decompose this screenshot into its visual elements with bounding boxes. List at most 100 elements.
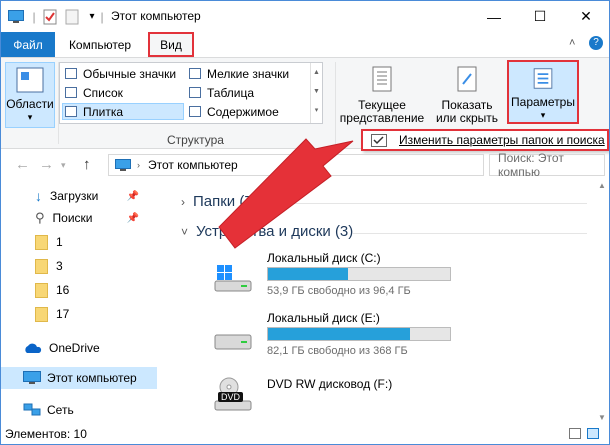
folder-icon [35, 234, 48, 250]
sidebar-item-label: OneDrive [49, 341, 100, 355]
layout-large-icons[interactable]: Обычные значки [62, 65, 184, 82]
sidebar-item-onedrive[interactable]: OneDrive [1, 337, 157, 359]
close-button[interactable]: ✕ [563, 1, 609, 32]
content-icon [189, 106, 201, 117]
layout-label: Таблица [207, 85, 255, 100]
tab-computer[interactable]: Компьютер [59, 32, 141, 57]
small-icons-icon [189, 68, 201, 79]
sidebar-item-folder-16[interactable]: 16 [1, 279, 157, 301]
search-input[interactable]: Поиск: Этот компью [489, 151, 605, 179]
item-count: Элементов: 10 [5, 427, 87, 441]
layout-small-icons[interactable]: Мелкие значки [186, 65, 306, 82]
search-icon: ⚲ [35, 210, 45, 225]
drive-tile-e[interactable]: Локальный диск (E:) 82,1 ГБ свободно из … [213, 311, 513, 361]
sidebar-item-this-pc[interactable]: Этот компьютер [1, 367, 157, 389]
status-bar: Элементов: 10 [1, 424, 609, 444]
layout-details[interactable]: Таблица [186, 84, 306, 101]
collapse-ribbon-icon[interactable]: ˄ [569, 37, 575, 49]
current-view-icon [372, 66, 392, 92]
drive-tile-f[interactable]: DVD DVD RW дисковод (F:) [213, 377, 513, 427]
drive-usage-fill [268, 268, 349, 280]
scroll-down-icon[interactable]: ▼ [598, 413, 606, 422]
options-icon [533, 68, 553, 89]
qa-dropdown-icon[interactable]: ▾ [85, 8, 99, 25]
sidebar-item-folder-3[interactable]: 3 [1, 255, 157, 277]
new-folder-icon[interactable] [63, 8, 81, 25]
breadcrumb: Этот компьютер [148, 158, 238, 172]
folders-group-header[interactable]: › Папки (7) [181, 193, 258, 210]
sidebar-item-folder-17[interactable]: 17 [1, 303, 157, 325]
window-title: Этот компьютер [111, 9, 201, 23]
show-hide-button[interactable]: Показать или скрыть [431, 62, 503, 128]
drive-free-space: 82,1 ГБ свободно из 368 ГБ [267, 345, 408, 357]
up-arrow-icon[interactable]: ↑ [83, 156, 91, 173]
folder-icon [35, 306, 48, 322]
explorer-window: | ▾ | Этот компьютер — ☐ ✕ Файл Компьюте… [0, 0, 610, 445]
layout-tiles[interactable]: Плитка [62, 103, 184, 120]
navigation-pane: ↓ Загрузки 📌 ⚲ Поиски 📌 1 3 16 17 OneDri… [1, 179, 157, 424]
large-icons-icon [65, 68, 77, 79]
drive-free-space: 53,9 ГБ свободно из 96,4 ГБ [267, 285, 411, 297]
options-label: Параметры [511, 95, 575, 109]
details-view-icon[interactable] [569, 428, 581, 439]
vertical-scrollbar[interactable]: ▲ ▼ [595, 179, 609, 424]
breadcrumb-chevron-icon: › [137, 160, 140, 170]
sidebar-item-label: 1 [56, 235, 63, 249]
sidebar-item-searches[interactable]: ⚲ Поиски 📌 [1, 207, 157, 229]
group-divider [257, 203, 587, 204]
tiles-view-icon[interactable] [587, 428, 599, 439]
properties-icon[interactable] [41, 8, 59, 25]
group-label-layout: Структура [167, 133, 224, 147]
network-icon [23, 403, 41, 416]
options-button[interactable]: Параметры ▾ [507, 60, 579, 124]
folder-options-icon [371, 134, 387, 147]
sidebar-item-label: Этот компьютер [47, 371, 137, 385]
tab-file[interactable]: Файл [1, 32, 55, 57]
sidebar-item-network[interactable]: Сеть [1, 399, 157, 421]
panes-button[interactable]: Области ▾ [5, 62, 55, 128]
cloud-icon [25, 343, 42, 353]
devices-group-header[interactable]: ˅ Устройства и диски (3) [181, 223, 353, 240]
address-bar[interactable]: › Этот компьютер [108, 154, 484, 176]
sidebar-item-label: Загрузки [50, 189, 99, 203]
hard-drive-icon [214, 334, 252, 350]
qa-separator: | [100, 9, 104, 24]
layout-content[interactable]: Содержимое [186, 103, 306, 120]
sidebar-item-label: Поиски [52, 211, 93, 225]
sidebar-item-downloads[interactable]: ↓ Загрузки 📌 [1, 185, 157, 207]
minimize-button[interactable]: — [471, 1, 517, 32]
recent-dropdown-icon[interactable]: ▾ [61, 160, 66, 171]
tab-view[interactable]: Вид [148, 32, 194, 57]
download-icon: ↓ [35, 188, 42, 204]
menu-item-label: Изменить параметры папок и поиска [399, 133, 605, 147]
current-view-button[interactable]: Текущее представление [340, 62, 424, 128]
gallery-scroll[interactable]: ▲ ▼ ▾ [310, 63, 322, 123]
help-icon[interactable]: ? [589, 36, 603, 50]
change-folder-options-menu-item[interactable]: Изменить параметры папок и поиска [361, 129, 609, 151]
pin-icon: 📌 [126, 190, 139, 202]
layout-gallery: Обычные значки Мелкие значки Список Табл… [59, 62, 323, 124]
divider [335, 62, 336, 144]
layout-list[interactable]: Список [62, 84, 184, 101]
layout-label: Содержимое [207, 104, 279, 119]
drive-usage-fill [268, 328, 410, 340]
back-arrow-icon[interactable]: ← [15, 156, 30, 173]
computer-icon [23, 371, 41, 384]
panes-icon [16, 67, 44, 93]
computer-icon [115, 158, 131, 171]
drive-tile-c[interactable]: Локальный диск (C:) 53,9 ГБ свободно из … [213, 251, 513, 301]
sidebar-item-folder-1[interactable]: 1 [1, 231, 157, 253]
details-icon [189, 87, 201, 98]
group-divider [353, 233, 587, 234]
address-row: ← → ▾ ↑ › Этот компьютер Поиск: Этот ком… [1, 151, 609, 179]
chevron-down-icon: ▾ [27, 112, 33, 122]
scroll-up-icon[interactable]: ▲ [598, 181, 606, 190]
layout-label: Список [83, 85, 123, 100]
layout-label: Плитка [83, 104, 124, 119]
list-icon [65, 87, 77, 98]
drive-usage-bar [267, 267, 451, 281]
drive-name: Локальный диск (E:) [267, 311, 380, 325]
show-hide-label-2: или скрыть [435, 111, 499, 125]
maximize-button[interactable]: ☐ [517, 1, 563, 32]
forward-arrow-icon[interactable]: → [39, 156, 54, 173]
